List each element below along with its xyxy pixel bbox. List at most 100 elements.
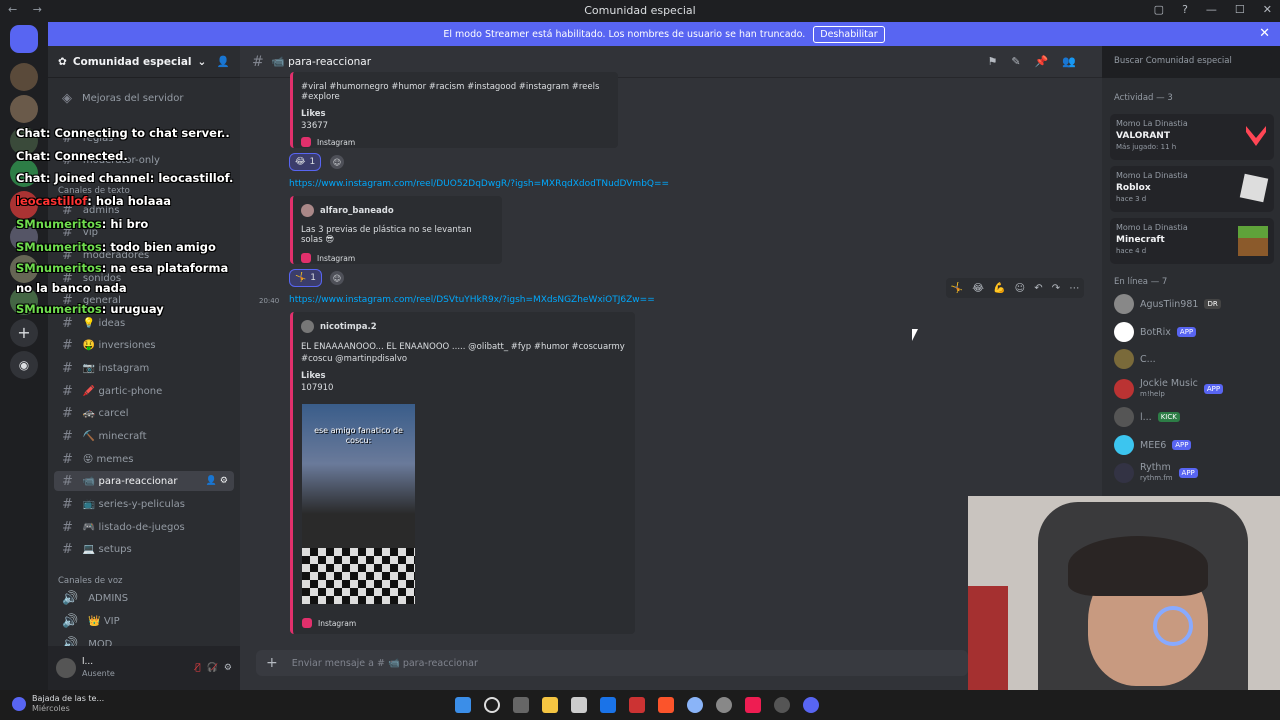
instagram-embed: alfaro_baneado Las 3 previas de plástica… bbox=[290, 196, 502, 264]
avatar bbox=[301, 320, 314, 333]
video-caption: ese amigo fanatico de coscu: bbox=[314, 426, 403, 445]
message-link[interactable]: https://www.instagram.com/reel/DUO52DqDw… bbox=[289, 179, 669, 189]
member-item[interactable]: AgusTiin981 DR bbox=[1114, 294, 1221, 314]
chat-line: Chat: Joined channel: leocastillof. bbox=[16, 171, 234, 186]
reaction-icon[interactable]: 🤸 bbox=[951, 283, 963, 294]
reply-icon[interactable]: ↶ bbox=[1034, 283, 1042, 294]
member-item[interactable]: Jockie Music m!help APP bbox=[1114, 376, 1224, 402]
server-icon[interactable] bbox=[10, 95, 38, 123]
add-reaction-icon[interactable]: ☺ bbox=[330, 155, 344, 169]
mute-mic-icon[interactable]: 🎙̸ bbox=[195, 663, 200, 673]
member-item[interactable]: BotRix APP bbox=[1114, 322, 1197, 342]
invite-icon[interactable]: 👤 bbox=[217, 55, 230, 68]
more-icon[interactable]: ⋯ bbox=[1069, 283, 1079, 294]
user-panel: l... Ausente 🎙̸ 🎧̸ ⚙ bbox=[48, 646, 240, 690]
close-button[interactable]: ✕ bbox=[1263, 3, 1272, 16]
maximize-button[interactable]: ☐ bbox=[1235, 3, 1245, 16]
boost-item[interactable]: ◈ Mejoras del servidor bbox=[54, 88, 234, 108]
weather-widget[interactable]: Bajada de las te... Miércoles bbox=[12, 694, 104, 714]
member-item[interactable]: l... KICK bbox=[1114, 407, 1180, 427]
member-item[interactable]: MEE6 APP bbox=[1114, 435, 1192, 455]
avatar bbox=[1114, 349, 1134, 369]
video-thumbnail[interactable]: ese amigo fanatico de coscu: bbox=[302, 404, 415, 604]
explorer-icon[interactable] bbox=[542, 697, 558, 713]
avatar bbox=[1114, 435, 1134, 455]
hash-icon: # bbox=[252, 53, 264, 70]
instagram-embed: #viral #humornegro #humor #racism #insta… bbox=[290, 72, 618, 148]
add-server-icon[interactable]: + bbox=[10, 319, 38, 347]
category-voice[interactable]: Canales de voz bbox=[58, 576, 122, 586]
reaction-icon[interactable]: 💪 bbox=[993, 283, 1005, 294]
activity-card[interactable]: Momo La Dinastia Roblox hace 3 d bbox=[1110, 166, 1274, 212]
help-icon[interactable]: ? bbox=[1182, 3, 1188, 16]
add-reaction-icon[interactable]: ☺ bbox=[330, 271, 344, 285]
inbox-icon[interactable]: ▢ bbox=[1154, 3, 1164, 16]
streamer-hair bbox=[1068, 536, 1208, 596]
deafen-icon[interactable]: 🎧̸ bbox=[207, 663, 218, 673]
channel-item[interactable]: # 😝 memes bbox=[54, 449, 234, 469]
headset-icon bbox=[1153, 606, 1193, 646]
mouse-cursor-icon bbox=[912, 329, 918, 341]
activity-card[interactable]: Momo La Dinastia Minecraft hace 4 d bbox=[1110, 218, 1274, 264]
start-icon[interactable] bbox=[455, 697, 471, 713]
activity-card[interactable]: Momo La Dinastia VALORANT Más jugado: 11… bbox=[1110, 114, 1274, 160]
server-header[interactable]: ✿ Comunidad especial ⌄ 👤 bbox=[48, 46, 240, 78]
channel-item[interactable]: # 📷 instagram bbox=[54, 358, 234, 378]
nav-arrows-icon[interactable]: ← → bbox=[8, 3, 48, 16]
forward-icon[interactable]: ↷ bbox=[1052, 283, 1060, 294]
close-icon[interactable]: ✕ bbox=[1259, 26, 1270, 41]
member-item[interactable]: C... bbox=[1114, 349, 1156, 369]
voice-channel[interactable]: 🔊 ADMINS bbox=[54, 588, 234, 608]
server-icon[interactable] bbox=[10, 63, 38, 91]
channel-item[interactable]: # 🚓 carcel bbox=[54, 403, 234, 423]
settings-icon[interactable]: 👤 ⚙ bbox=[206, 476, 228, 486]
channel-item[interactable]: # ⛏️ minecraft bbox=[54, 426, 234, 446]
store-icon[interactable] bbox=[571, 697, 587, 713]
discord-icon[interactable] bbox=[803, 697, 819, 713]
channel-item[interactable]: # 🎮 listado-de-juegos bbox=[54, 517, 234, 537]
window-title: Comunidad especial bbox=[584, 4, 696, 17]
chat-line: leocastillof: hola holaaa bbox=[16, 194, 172, 209]
reaction[interactable]: 😂 1 bbox=[289, 153, 322, 171]
app-icon[interactable] bbox=[716, 697, 732, 713]
channel-item-active[interactable]: # 📹 para-reaccionar 👤 ⚙ bbox=[54, 471, 234, 491]
chat-line: Chat: Connecting to chat server.. bbox=[16, 126, 230, 140]
brave-icon[interactable] bbox=[658, 697, 674, 713]
explore-icon[interactable]: ◉ bbox=[10, 351, 38, 379]
app-icon[interactable] bbox=[774, 697, 790, 713]
channel-item[interactable]: # 🖍️ gartic-phone bbox=[54, 381, 234, 401]
title-bar: ← → Comunidad especial ▢? — ☐ ✕ bbox=[0, 0, 1280, 21]
member-item[interactable]: Rythm rythm.fm APP bbox=[1114, 460, 1198, 486]
attach-icon[interactable]: + bbox=[266, 655, 278, 671]
channel-item[interactable]: # 📺 series-y-peliculas bbox=[54, 494, 234, 514]
speaker-icon: 🔊 bbox=[62, 613, 79, 629]
reaction-icon[interactable]: 😂 bbox=[972, 283, 984, 294]
minimize-button[interactable]: — bbox=[1206, 3, 1217, 16]
add-reaction-icon[interactable]: ☺ bbox=[1015, 283, 1025, 294]
stream-chat-overlay: Chat: Connecting to chat server.. Chat: … bbox=[16, 122, 246, 321]
app-icon[interactable] bbox=[600, 697, 616, 713]
weather-icon bbox=[12, 697, 26, 711]
reaction[interactable]: 🤸 1 bbox=[289, 269, 322, 287]
discord-home-icon[interactable] bbox=[10, 25, 38, 53]
search-input[interactable]: Buscar Comunidad especial bbox=[1108, 53, 1272, 71]
taskview-icon[interactable] bbox=[513, 697, 529, 713]
message-input[interactable]: + Enviar mensaje a # 📹 para-reaccionar bbox=[256, 650, 968, 676]
search-icon[interactable] bbox=[484, 697, 500, 713]
tiktok-icon[interactable] bbox=[745, 697, 761, 713]
chevron-down-icon: ⌄ bbox=[197, 55, 207, 68]
avatar bbox=[1114, 463, 1134, 483]
channel-item[interactable]: # 🤑 inversiones bbox=[54, 335, 234, 355]
settings-icon[interactable] bbox=[687, 697, 703, 713]
voice-channel[interactable]: 🔊 👑 VIP bbox=[54, 611, 234, 631]
header-tools-icon[interactable]: ⚑✎📌👥 bbox=[988, 55, 1090, 68]
avatar[interactable] bbox=[56, 658, 76, 678]
chat-line: Chat: Connected. bbox=[16, 148, 128, 163]
disable-button[interactable]: Deshabilitar bbox=[813, 25, 885, 43]
webcam-feed bbox=[968, 496, 1280, 690]
message-link[interactable]: https://www.instagram.com/reel/DSVtuYHkR… bbox=[289, 295, 655, 305]
instagram-icon bbox=[301, 253, 311, 263]
app-icon[interactable] bbox=[629, 697, 645, 713]
gear-icon[interactable]: ⚙ bbox=[224, 663, 232, 673]
channel-item[interactable]: # 💻 setups bbox=[54, 539, 234, 559]
